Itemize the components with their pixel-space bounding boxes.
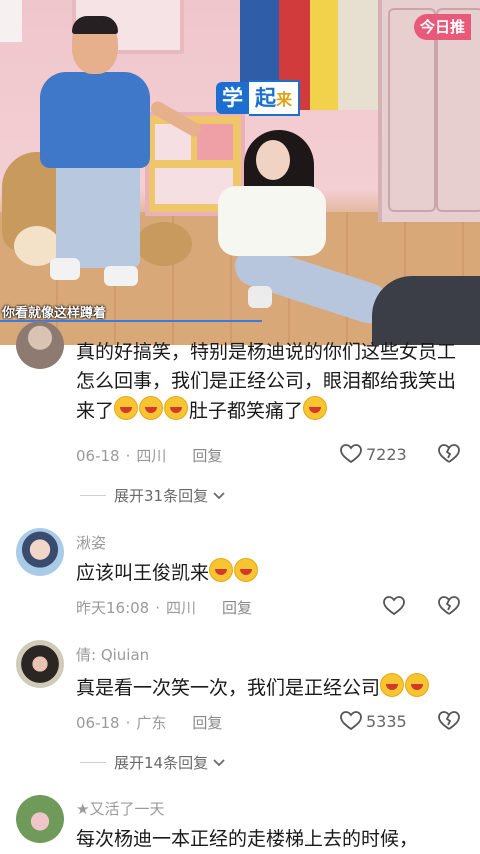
dislike-button[interactable] bbox=[438, 596, 460, 620]
expand-divider bbox=[80, 495, 106, 496]
grin-emoji-icon bbox=[234, 558, 259, 582]
video-foreground-object bbox=[372, 276, 480, 345]
reply-button[interactable]: 回复 bbox=[222, 597, 252, 618]
reply-button[interactable]: 回复 bbox=[192, 445, 222, 466]
comment-location: 四川 bbox=[136, 447, 167, 465]
chevron-down-icon bbox=[213, 491, 225, 499]
comment-username[interactable]: ★又活了一天 bbox=[76, 798, 164, 819]
person-man-shirt bbox=[40, 72, 150, 168]
like-button[interactable]: 7223 bbox=[340, 444, 407, 464]
teddy-bear-paw bbox=[136, 222, 192, 266]
comment-date: 昨天16:08 bbox=[76, 599, 150, 617]
heart-icon bbox=[340, 711, 362, 731]
broken-heart-icon bbox=[438, 711, 460, 730]
like-button[interactable]: 5335 bbox=[340, 711, 407, 731]
reply-button[interactable]: 回复 bbox=[192, 712, 222, 733]
comment-text: 每次杨迪一本正经的走楼梯上去的时候， bbox=[76, 825, 456, 854]
grin-emoji-icon bbox=[209, 558, 234, 582]
comment-meta: 06-18 · 四川 回复 bbox=[76, 445, 222, 466]
heart-icon bbox=[383, 596, 405, 616]
grin-emoji-icon bbox=[380, 673, 405, 697]
like-count: 7223 bbox=[366, 444, 407, 464]
meta-separator: · bbox=[155, 598, 161, 617]
brand-badge: 今日推 bbox=[414, 14, 472, 40]
laughing-emoji-icon bbox=[303, 396, 328, 420]
expand-replies-button[interactable]: 展开14条回复 bbox=[80, 752, 226, 773]
like-count: 5335 bbox=[366, 711, 407, 731]
broken-heart-icon bbox=[438, 596, 460, 615]
meta-separator: · bbox=[125, 713, 131, 732]
comment-location: 广东 bbox=[136, 714, 167, 732]
title-tag-word: 起 bbox=[255, 86, 276, 110]
comment-date: 06-18 bbox=[76, 446, 120, 465]
comment-username[interactable]: 倩: Qiuian bbox=[76, 644, 149, 665]
laughing-emoji-icon bbox=[114, 396, 139, 420]
person-man-hair bbox=[72, 16, 118, 34]
person-man-legs bbox=[56, 156, 140, 268]
person-man-shoe bbox=[50, 258, 80, 280]
dislike-button[interactable] bbox=[438, 711, 460, 735]
comment-text-body: 每次杨迪一本正经的走楼梯上去的时候， bbox=[76, 828, 419, 850]
title-tag-word: 学 bbox=[216, 82, 249, 114]
expand-divider bbox=[80, 762, 106, 763]
video-subtitle: 你看就像这样蹲着 bbox=[2, 306, 107, 321]
expand-replies-label: 展开31条回复 bbox=[114, 487, 209, 505]
comment-text: 真是看一次笑一次，我们是正经公司 bbox=[76, 673, 456, 703]
avatar[interactable] bbox=[16, 528, 64, 576]
chevron-down-icon bbox=[213, 758, 225, 766]
comment-list[interactable]: 真的好搞笑，特别是杨迪说的你们这些女员工怎么回事，我们是正经公司，眼泪都给我笑出… bbox=[0, 321, 480, 854]
person-woman-face bbox=[256, 140, 290, 180]
channel-logo-icon bbox=[0, 0, 22, 42]
expand-replies-label: 展开14条回复 bbox=[114, 754, 209, 772]
dislike-button[interactable] bbox=[438, 444, 460, 468]
comment-text-tail: 肚子都笑痛了 bbox=[189, 400, 304, 422]
comment-text: 应该叫王俊凯来 bbox=[76, 558, 456, 588]
person-woman-top bbox=[218, 186, 326, 256]
comment-text: 真的好搞笑，特别是杨迪说的你们这些女员工怎么回事，我们是正经公司，眼泪都给我笑出… bbox=[76, 338, 456, 426]
video-title-tag: 学 起来 bbox=[216, 80, 301, 116]
cabinet-door bbox=[197, 124, 233, 160]
comment-meta: 06-18 · 广东 回复 bbox=[76, 712, 222, 733]
person-man-shoe bbox=[104, 266, 138, 286]
comment-username[interactable]: 湫姿 bbox=[76, 532, 106, 553]
title-tag-word: 起来 bbox=[249, 80, 301, 116]
grin-emoji-icon bbox=[405, 673, 430, 697]
person-woman-shoe bbox=[248, 286, 272, 308]
avatar[interactable] bbox=[16, 640, 64, 688]
like-button[interactable] bbox=[383, 596, 405, 620]
comment-location: 四川 bbox=[166, 599, 197, 617]
comment-meta: 昨天16:08 · 四川 回复 bbox=[76, 597, 252, 618]
title-tag-word: 来 bbox=[276, 90, 293, 109]
heart-icon bbox=[340, 444, 362, 464]
laughing-emoji-icon bbox=[164, 396, 189, 420]
avatar[interactable] bbox=[16, 795, 64, 843]
laughing-emoji-icon bbox=[139, 396, 164, 420]
comment-text-body: 应该叫王俊凯来 bbox=[76, 562, 210, 584]
comment-text-body: 真是看一次笑一次，我们是正经公司 bbox=[76, 677, 381, 699]
broken-heart-icon bbox=[438, 444, 460, 463]
video-player[interactable]: 今日推 学 起来 你看就像这样蹲着 bbox=[0, 0, 480, 345]
avatar[interactable] bbox=[16, 321, 64, 369]
comment-date: 06-18 bbox=[76, 713, 120, 732]
expand-replies-button[interactable]: 展开31条回复 bbox=[80, 485, 226, 506]
meta-separator: · bbox=[125, 446, 131, 465]
